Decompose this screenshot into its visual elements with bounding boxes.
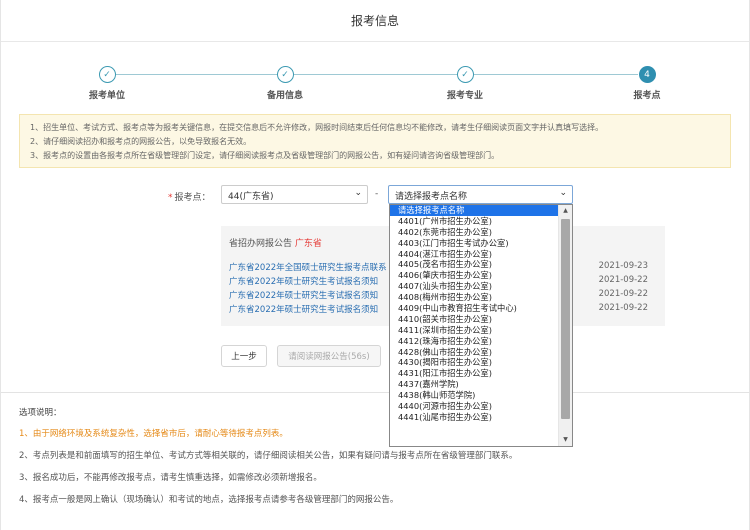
prev-step-button[interactable]: 上一步 bbox=[221, 345, 267, 367]
dropdown-option[interactable]: 请选择报考点名称 bbox=[390, 205, 558, 216]
announcement-province: 广东省 bbox=[294, 239, 322, 249]
dropdown-option[interactable]: 4428(佛山市招生办公室) bbox=[390, 347, 558, 358]
dropdown-option[interactable]: 4403(江门市招生考试办公室) bbox=[390, 238, 558, 249]
dropdown-option[interactable]: 4402(东莞市招生办公室) bbox=[390, 227, 558, 238]
check-icon: ✓ bbox=[276, 66, 294, 83]
dropdown-option[interactable]: 4409(中山市教育招生考试中心) bbox=[390, 303, 558, 314]
announcement-link[interactable]: 广东省2022年硕士研究生考试报名须知 bbox=[229, 289, 378, 301]
step-label: 报考点 bbox=[633, 91, 661, 101]
dropdown-option[interactable]: 4431(阳江市招生办公室) bbox=[390, 368, 558, 379]
dropdown-option[interactable]: 4405(茂名市招生办公室) bbox=[390, 259, 558, 270]
note-item: 3、报名成功后，不能再修改报考点，请考生慎重选择，如需修改必须新增报名。 bbox=[19, 473, 322, 483]
announcement-heading-text: 省招办网报公告 bbox=[229, 239, 293, 249]
page-frame: 报考信息 ✓ 报考单位 ✓ 备用信息 ✓ 报考专业 4 报考点 1、招生单位、考… bbox=[0, 0, 750, 530]
dropdown-option[interactable]: 4441(汕尾市招生办公室) bbox=[390, 412, 558, 423]
province-select-value: 44(广东省) bbox=[228, 192, 274, 202]
province-select[interactable]: 44(广东省) ⌄ bbox=[221, 185, 368, 204]
scrollbar-thumb[interactable] bbox=[561, 219, 570, 419]
required-mark: * bbox=[168, 193, 173, 203]
notice-box: 1、招生单位、考试方式、报考点等为报考关键信息，在提交信息后不允许修改，网报时间… bbox=[19, 114, 731, 168]
chevron-down-icon: ⌄ bbox=[559, 188, 567, 198]
dropdown-scrollbar[interactable]: ▲ ▼ bbox=[558, 205, 572, 446]
exam-site-label-text: 报考点： bbox=[174, 193, 211, 203]
progress-steps: ✓ 报考单位 ✓ 备用信息 ✓ 报考专业 4 报考点 bbox=[1, 62, 750, 102]
exam-site-label: * 报考点： bbox=[168, 190, 211, 203]
exam-site-dropdown[interactable]: 请选择报考点名称 4401(广州市招生办公室) 4402(东莞市招生办公室) 4403… bbox=[389, 204, 573, 447]
announcement-link[interactable]: 广东省2022年硕士研究生考试报名须知 bbox=[229, 275, 378, 287]
dropdown-option[interactable]: 4437(嘉州学院) bbox=[390, 379, 558, 390]
note-item: 2、考点列表是和前面填写的招生单位、考试方式等相关联的，请仔细阅读相关公告，如果… bbox=[19, 451, 518, 461]
check-icon: ✓ bbox=[98, 66, 116, 83]
step-2: ✓ 备用信息 bbox=[245, 66, 325, 101]
note-item: 4、报考点一般是网上确认（现场确认）和考试的地点，选择报考点请参考各级管理部门的… bbox=[19, 495, 399, 505]
announcement-date: 2021-09-22 bbox=[598, 275, 648, 285]
announcement-date: 2021-09-22 bbox=[598, 289, 648, 299]
dropdown-option[interactable]: 4410(韶关市招生办公室) bbox=[390, 314, 558, 325]
check-icon: ✓ bbox=[456, 66, 474, 83]
step-number: 4 bbox=[638, 66, 656, 83]
note-item: 1、由于网络环境及系统复杂性，选择省市后，请耐心等待报考点列表。 bbox=[19, 429, 288, 439]
dropdown-option[interactable]: 4404(湛江市招生办公室) bbox=[390, 249, 558, 260]
dropdown-option[interactable]: 4408(梅州市招生办公室) bbox=[390, 292, 558, 303]
exam-site-select[interactable]: 请选择报考点名称 ⌄ bbox=[388, 185, 573, 204]
scroll-down-icon[interactable]: ▼ bbox=[559, 434, 572, 446]
notice-line: 2、请仔细阅读招办和报考点的网报公告，以免导致报名无效。 bbox=[30, 137, 252, 146]
notice-line: 1、招生单位、考试方式、报考点等为报考关键信息，在提交信息后不允许修改，网报时间… bbox=[30, 123, 604, 132]
dropdown-option[interactable]: 4438(韩山师范学院) bbox=[390, 390, 558, 401]
read-announcement-button[interactable]: 请阅读网报公告(56s) bbox=[277, 345, 381, 367]
announcement-date: 2021-09-23 bbox=[598, 261, 648, 271]
announcement-link[interactable]: 广东省2022年硕士研究生考试报名须知 bbox=[229, 303, 378, 315]
step-label: 报考专业 bbox=[446, 91, 483, 101]
notes-title: 选项说明： bbox=[19, 408, 62, 418]
dropdown-option[interactable]: 4411(深圳市招生办公室) bbox=[390, 325, 558, 336]
announcement-link[interactable]: 广东省2022年全国硕士研究生报考点联系 bbox=[229, 261, 387, 273]
step-4: 4 报考点 bbox=[607, 66, 687, 101]
dropdown-option[interactable]: 4401(广州市招生办公室) bbox=[390, 216, 558, 227]
dropdown-option[interactable]: 4406(肇庆市招生办公室) bbox=[390, 270, 558, 281]
dropdown-options: 请选择报考点名称 4401(广州市招生办公室) 4402(东莞市招生办公室) 4403… bbox=[390, 205, 558, 423]
dropdown-option[interactable]: 4407(汕头市招生办公室) bbox=[390, 281, 558, 292]
dropdown-option[interactable]: 4440(河源市招生办公室) bbox=[390, 401, 558, 412]
chevron-down-icon: ⌄ bbox=[354, 188, 362, 198]
divider bbox=[1, 392, 750, 393]
step-label: 报考单位 bbox=[88, 91, 125, 101]
dropdown-option[interactable]: 4412(珠海市招生办公室) bbox=[390, 336, 558, 347]
separator: - bbox=[375, 189, 379, 199]
dropdown-option[interactable]: 4430(揭阳市招生办公室) bbox=[390, 357, 558, 368]
option-notes: 选项说明： 1、由于网络环境及系统复杂性，选择省市后，请耐心等待报考点列表。 2… bbox=[19, 406, 729, 516]
exam-site-row: * 报考点： 44(广东省) ⌄ - 请选择报考点名称 ⌄ bbox=[1, 185, 750, 207]
page-title: 报考信息 bbox=[350, 14, 399, 28]
exam-site-select-value: 请选择报考点名称 bbox=[395, 192, 468, 202]
step-label: 备用信息 bbox=[266, 91, 303, 101]
scroll-up-icon[interactable]: ▲ bbox=[559, 205, 572, 217]
notice-line: 3、报考点的设置由各报考点所在省级管理部门设定，请仔细阅读报考点及省级管理部门的… bbox=[30, 151, 500, 160]
announcement-date: 2021-09-22 bbox=[598, 303, 648, 313]
page-header: 报考信息 bbox=[1, 0, 749, 42]
step-1: ✓ 报考单位 bbox=[67, 66, 147, 101]
step-3: ✓ 报考专业 bbox=[425, 66, 505, 101]
